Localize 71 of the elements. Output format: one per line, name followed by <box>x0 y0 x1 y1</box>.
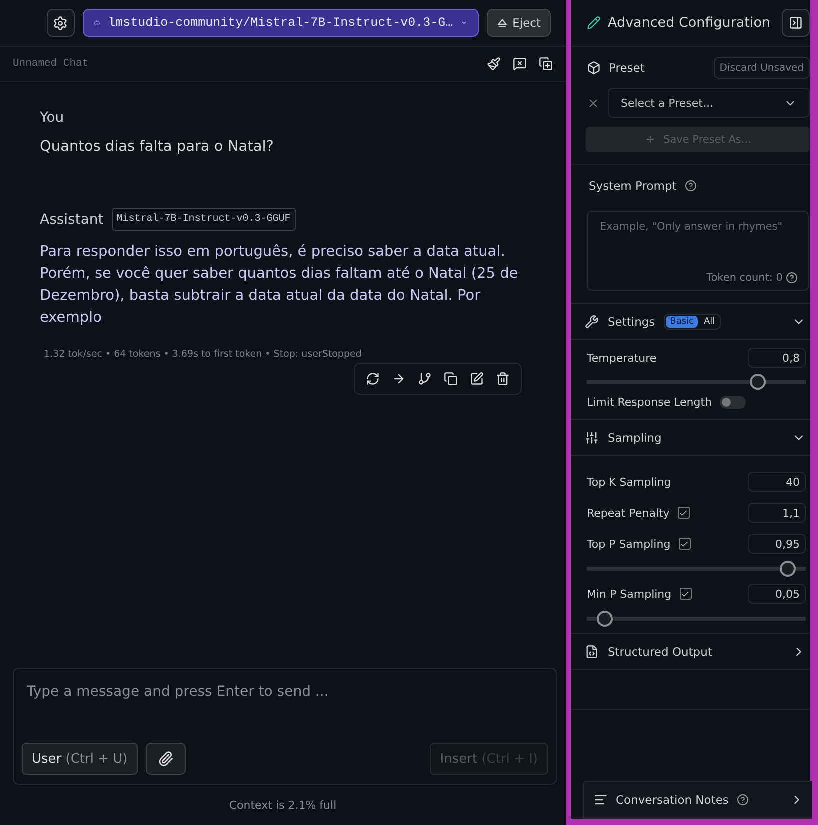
generation-stats: 1.32 tok/sec • 64 tokens • 3.69s to first token • Stop: userStopped <box>44 349 363 360</box>
model-selector[interactable]: lmstudio-community/Mistral-7B-Instruct-v0.3-G… <box>82 9 479 37</box>
sampling-section-header[interactable]: Sampling <box>571 420 810 456</box>
help-icon[interactable] <box>684 180 697 192</box>
number-field[interactable]: 1,1 <box>748 503 806 523</box>
token-count: Token count: 0 <box>706 272 783 284</box>
chat-title: Unnamed Chat <box>13 58 90 70</box>
check-icon <box>680 540 690 548</box>
system-prompt-input[interactable]: Example, "Only answer in rhymes" <box>600 221 798 272</box>
number-field[interactable]: 40 <box>748 472 806 492</box>
setting-label: Top K Sampling <box>587 476 672 488</box>
number-field[interactable]: 0,95 <box>748 534 806 554</box>
message-role: Assistant <box>40 212 104 228</box>
attach-button[interactable] <box>146 743 186 775</box>
slider-thumb[interactable] <box>596 611 613 627</box>
checkbox[interactable] <box>678 507 690 519</box>
setting-label: Limit Response Length <box>587 396 712 409</box>
structured-output-header[interactable]: Structured Output <box>571 634 810 670</box>
setting-label: Top P Sampling <box>587 538 671 550</box>
plus-icon <box>644 134 656 145</box>
message-input[interactable]: Type a message and press Enter to send ... <box>22 679 548 743</box>
eject-icon <box>496 18 508 28</box>
check-icon <box>681 590 690 598</box>
settings-button[interactable] <box>46 9 75 37</box>
mode-tab[interactable]: All <box>700 316 720 328</box>
settings-icon <box>53 16 68 30</box>
lines-icon <box>594 793 608 807</box>
collapse-panel-button[interactable] <box>782 9 810 37</box>
conversation-notes-button[interactable]: Conversation Notes <box>583 781 812 819</box>
close-icon[interactable] <box>587 96 600 110</box>
model-tag: Mistral-7B-Instruct-v0.3-GGUF <box>112 208 296 231</box>
help-icon[interactable] <box>736 794 749 806</box>
setting-label: Min P Sampling <box>587 588 672 600</box>
context-usage: Context is 2.1% full <box>229 798 337 812</box>
section-label: Sampling <box>608 430 663 444</box>
toggle-switch[interactable] <box>720 396 746 409</box>
message-text: Para responder isso em português, é preciso saber a data atual. Porém, se você quer saber quantos dias faltam até o Natal (25 de Dezembro), basta subtrair a data atual da data do Natal. Por exemplo <box>40 243 520 328</box>
number-field[interactable]: 0,05 <box>748 584 806 604</box>
discard-button[interactable]: Discard Unsaved <box>714 57 810 79</box>
section-label: Preset <box>609 61 645 75</box>
file-code-icon <box>585 644 599 658</box>
paperclip-icon <box>158 751 174 767</box>
brush-icon[interactable] <box>487 57 501 71</box>
sliders-icon <box>585 430 599 444</box>
section-label: System Prompt <box>589 179 677 193</box>
slider-thumb[interactable] <box>780 561 796 577</box>
panel-collapse-icon <box>789 16 803 30</box>
role-button[interactable]: User (Ctrl + U) <box>22 743 138 775</box>
panel-title: Advanced Configuration <box>608 15 772 31</box>
setting-label: Repeat Penalty <box>587 506 670 520</box>
slider-thumb[interactable] <box>750 374 766 390</box>
eject-button[interactable]: Eject <box>486 9 551 37</box>
message-text: Quantos dias falta para o Natal? <box>40 138 275 157</box>
pencil-icon <box>587 16 601 30</box>
checkbox[interactable] <box>678 538 691 550</box>
message-role: You <box>40 110 66 126</box>
wrench-icon <box>585 314 599 328</box>
preset-select[interactable]: Select a Preset... <box>608 88 810 118</box>
mode-tab[interactable]: Basic <box>666 316 698 328</box>
help-icon[interactable] <box>786 272 798 284</box>
message-delete-icon[interactable] <box>513 57 527 71</box>
check-icon <box>679 508 688 518</box>
checkbox[interactable] <box>680 588 692 600</box>
section-label: Settings <box>608 314 656 328</box>
setting-label: Temperature <box>587 352 657 364</box>
duplicate-icon[interactable] <box>539 57 553 71</box>
box-icon <box>587 61 601 75</box>
system-prompt-field[interactable]: Example, "Only answer in rhymes" Token count: 0 <box>587 211 809 291</box>
number-field[interactable]: 0,8 <box>748 348 806 368</box>
settings-section-header[interactable]: Settings Basic All <box>571 304 810 340</box>
section-label: Structured Output <box>608 644 714 658</box>
